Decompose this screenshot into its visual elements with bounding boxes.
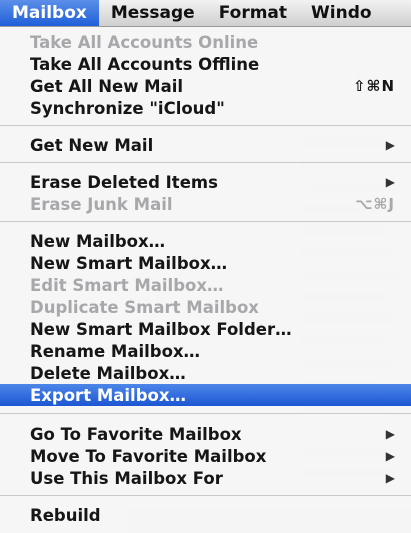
menu-item-get-all-new-mail[interactable]: Get All New Mail ⇧⌘N xyxy=(0,75,411,97)
menu-item-label: Duplicate Smart Mailbox xyxy=(30,297,259,317)
menu-item-label: Synchronize "iCloud" xyxy=(30,98,225,118)
submenu-arrow-icon: ▶ xyxy=(385,427,395,441)
menu-item-erase-deleted-items[interactable]: Erase Deleted Items ▶ xyxy=(0,171,411,193)
menu-item-label: Rebuild xyxy=(30,505,101,525)
menu-item-get-new-mail[interactable]: Get New Mail ▶ xyxy=(0,134,411,156)
submenu-arrow-icon: ▶ xyxy=(385,471,395,485)
menu-item-label: Move To Favorite Mailbox xyxy=(30,446,267,466)
menubar-mailbox[interactable]: Mailbox xyxy=(0,0,99,26)
menu-item-label: Use This Mailbox For xyxy=(30,468,223,488)
menu-item-label: Erase Junk Mail xyxy=(30,194,173,214)
menu-item-label: Erase Deleted Items xyxy=(30,172,218,192)
menu-item-synchronize[interactable]: Synchronize "iCloud" xyxy=(0,97,411,119)
menu-item-erase-junk-mail: Erase Junk Mail ⌥⌘J xyxy=(0,193,411,215)
menu-item-rename-mailbox[interactable]: Rename Mailbox… xyxy=(0,340,411,362)
menu-item-go-to-favorite-mailbox[interactable]: Go To Favorite Mailbox ▶ xyxy=(0,423,411,445)
menubar-window[interactable]: Windo xyxy=(299,0,384,26)
menu-item-label: Get All New Mail xyxy=(30,76,184,96)
mailbox-menu: Take All Accounts Online Take All Accoun… xyxy=(0,27,411,533)
menu-item-label: Edit Smart Mailbox… xyxy=(30,275,224,295)
menu-item-label: Export Mailbox… xyxy=(30,385,186,405)
menu-item-take-all-online: Take All Accounts Online xyxy=(0,31,411,53)
menu-item-take-all-offline[interactable]: Take All Accounts Offline xyxy=(0,53,411,75)
menu-item-delete-mailbox[interactable]: Delete Mailbox… xyxy=(0,362,411,384)
menu-item-label: New Smart Mailbox Folder… xyxy=(30,319,292,339)
shortcut-label: ⌥⌘J xyxy=(355,195,395,213)
menu-item-edit-smart-mailbox: Edit Smart Mailbox… xyxy=(0,274,411,296)
menu-item-new-smart-mailbox[interactable]: New Smart Mailbox… xyxy=(0,252,411,274)
menu-item-move-to-favorite-mailbox[interactable]: Move To Favorite Mailbox ▶ xyxy=(0,445,411,467)
menu-separator xyxy=(0,125,411,126)
menu-item-label: Go To Favorite Mailbox xyxy=(30,424,242,444)
menu-item-new-mailbox[interactable]: New Mailbox… xyxy=(0,230,411,252)
menu-separator xyxy=(0,162,411,163)
menu-separator xyxy=(0,413,411,414)
menu-item-label: Take All Accounts Online xyxy=(30,32,259,52)
menu-item-use-this-mailbox-for[interactable]: Use This Mailbox For ▶ xyxy=(0,467,411,489)
menu-separator xyxy=(0,495,411,496)
menu-item-new-smart-mailbox-folder[interactable]: New Smart Mailbox Folder… xyxy=(0,318,411,340)
menu-item-duplicate-smart-mailbox: Duplicate Smart Mailbox xyxy=(0,296,411,318)
menu-item-label: Take All Accounts Offline xyxy=(30,54,260,74)
menu-item-label: Get New Mail xyxy=(30,135,154,155)
menu-item-label: Delete Mailbox… xyxy=(30,363,186,383)
menubar-message[interactable]: Message xyxy=(99,0,207,26)
submenu-arrow-icon: ▶ xyxy=(385,138,395,152)
submenu-arrow-icon: ▶ xyxy=(385,449,395,463)
shortcut-label: ⇧⌘N xyxy=(352,77,395,95)
menu-item-rebuild[interactable]: Rebuild xyxy=(0,504,411,526)
menu-item-label: New Smart Mailbox… xyxy=(30,253,228,273)
menu-item-label: New Mailbox… xyxy=(30,231,166,251)
menu-item-label: Rename Mailbox… xyxy=(30,341,201,361)
menu-item-export-mailbox[interactable]: Export Mailbox… xyxy=(0,384,411,406)
submenu-arrow-icon: ▶ xyxy=(385,175,395,189)
menu-bar: Mailbox Message Format Windo xyxy=(0,0,411,27)
menubar-format[interactable]: Format xyxy=(207,0,299,26)
menu-separator xyxy=(0,221,411,222)
